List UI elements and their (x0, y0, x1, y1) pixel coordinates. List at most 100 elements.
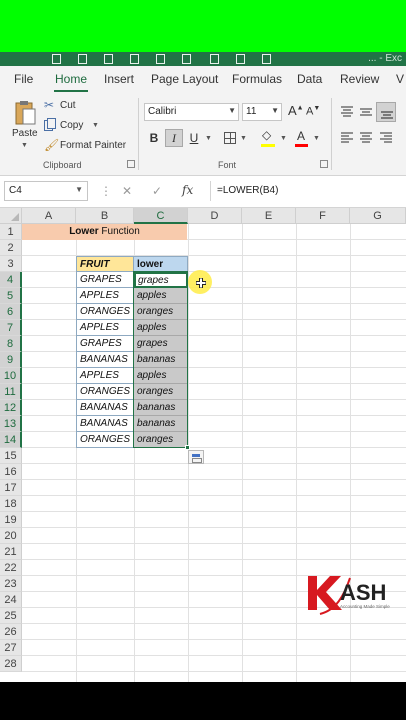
fill-dropdown-icon[interactable]: ▼ (280, 135, 287, 142)
increase-font-icon[interactable]: A▲ (288, 103, 304, 118)
row-header-10[interactable]: 10 (0, 368, 22, 384)
row-header-11[interactable]: 11 (0, 384, 22, 400)
row-header-2[interactable]: 2 (0, 240, 22, 256)
tab-insert[interactable]: Insert (104, 72, 134, 86)
select-all-button[interactable] (0, 208, 22, 224)
row-header-5[interactable]: 5 (0, 288, 22, 304)
print-icon[interactable] (182, 54, 191, 64)
underline-dropdown-icon[interactable]: ▼ (205, 135, 212, 142)
align-middle-icon[interactable] (359, 106, 373, 118)
row-header-8[interactable]: 8 (0, 336, 22, 352)
font-color-dropdown-icon[interactable]: ▼ (313, 135, 320, 142)
tab-data[interactable]: Data (297, 72, 322, 86)
row-header-3[interactable]: 3 (0, 256, 22, 272)
row-header-27[interactable]: 27 (0, 640, 22, 656)
row-header-7[interactable]: 7 (0, 320, 22, 336)
cancel-icon[interactable]: ✕ (122, 184, 132, 198)
decrease-font-icon[interactable]: A▼ (306, 105, 320, 118)
row-header-4[interactable]: 4 (0, 272, 22, 288)
fruit-cell[interactable]: APPLES (76, 320, 134, 336)
insert-function-icon[interactable]: fx (182, 183, 193, 197)
quick-analysis-icon[interactable] (188, 450, 204, 464)
open-file-icon[interactable] (156, 54, 165, 64)
fruit-cell[interactable]: ORANGES (76, 384, 134, 400)
format-painter-button[interactable]: 🖌 Format Painter (44, 138, 128, 154)
bold-button[interactable]: B (145, 129, 163, 147)
row-header-16[interactable]: 16 (0, 464, 22, 480)
fruit-cell[interactable]: GRAPES (76, 272, 134, 288)
sort-desc-icon[interactable] (236, 54, 245, 64)
clipboard-launcher-icon[interactable] (127, 160, 135, 168)
fruit-cell[interactable]: ORANGES (76, 432, 134, 448)
more-icon[interactable] (262, 54, 271, 64)
column-header-b[interactable]: B (76, 208, 134, 224)
row-header-9[interactable]: 9 (0, 352, 22, 368)
column-header-g[interactable]: G (350, 208, 406, 224)
row-header-6[interactable]: 6 (0, 304, 22, 320)
more-options-icon[interactable]: ⋮ (100, 184, 112, 198)
row-header-12[interactable]: 12 (0, 400, 22, 416)
row-header-17[interactable]: 17 (0, 480, 22, 496)
redo-icon[interactable] (104, 54, 113, 64)
row-header-26[interactable]: 26 (0, 624, 22, 640)
tab-formulas[interactable]: Formulas (232, 72, 282, 86)
row-header-1[interactable]: 1 (0, 224, 22, 240)
save-icon[interactable] (52, 54, 61, 64)
name-box[interactable]: C4 ▼ (4, 181, 88, 201)
fill-color-icon[interactable]: ◇ (262, 128, 271, 142)
row-header-28[interactable]: 28 (0, 656, 22, 672)
row-header-23[interactable]: 23 (0, 576, 22, 592)
font-launcher-icon[interactable] (320, 160, 328, 168)
row-header-21[interactable]: 21 (0, 544, 22, 560)
italic-button[interactable]: I (165, 129, 183, 147)
formula-input[interactable]: =LOWER(B4) (210, 181, 406, 201)
row-header-25[interactable]: 25 (0, 608, 22, 624)
row-header-20[interactable]: 20 (0, 528, 22, 544)
font-color-icon[interactable]: A (297, 129, 305, 143)
fruit-cell[interactable]: GRAPES (76, 336, 134, 352)
row-header-22[interactable]: 22 (0, 560, 22, 576)
copy-button[interactable]: Copy ▼ (44, 118, 104, 134)
column-header-a[interactable]: A (22, 208, 76, 224)
paste-button[interactable]: Paste ▼ (8, 98, 40, 150)
underline-button[interactable]: U (185, 129, 203, 147)
row-header-18[interactable]: 18 (0, 496, 22, 512)
cut-button[interactable]: ✂ Cut (44, 98, 104, 114)
row-header-13[interactable]: 13 (0, 416, 22, 432)
tab-view[interactable]: V (396, 72, 404, 86)
tab-page-layout[interactable]: Page Layout (151, 72, 218, 86)
fruit-cell[interactable]: APPLES (76, 368, 134, 384)
borders-dropdown-icon[interactable]: ▼ (240, 135, 247, 142)
borders-icon[interactable] (224, 132, 236, 144)
sort-icon[interactable] (210, 54, 219, 64)
row-header-15[interactable]: 15 (0, 448, 22, 464)
tab-review[interactable]: Review (340, 72, 379, 86)
font-size-select[interactable]: 11 ▼ (242, 103, 282, 121)
column-header-f[interactable]: F (296, 208, 350, 224)
column-header-c[interactable]: C (134, 208, 188, 224)
lower-header-cell[interactable]: lower (133, 256, 188, 272)
align-center-icon[interactable] (359, 132, 373, 144)
new-file-icon[interactable] (130, 54, 139, 64)
tab-home[interactable]: Home (55, 72, 87, 86)
align-bottom-button[interactable] (376, 102, 396, 122)
column-header-e[interactable]: E (242, 208, 296, 224)
align-left-icon[interactable] (340, 132, 354, 144)
title-cell[interactable]: Lower Function (22, 224, 187, 240)
row-header-14[interactable]: 14 (0, 432, 22, 448)
row-header-19[interactable]: 19 (0, 512, 22, 528)
fruit-cell[interactable]: BANANAS (76, 416, 134, 432)
undo-icon[interactable] (78, 54, 87, 64)
fruit-cell[interactable]: BANANAS (76, 400, 134, 416)
column-header-d[interactable]: D (188, 208, 242, 224)
enter-icon[interactable]: ✓ (152, 184, 162, 198)
fruit-header-cell[interactable]: FRUIT (76, 256, 134, 272)
fruit-cell[interactable]: BANANAS (76, 352, 134, 368)
row-header-24[interactable]: 24 (0, 592, 22, 608)
fruit-cell[interactable]: ORANGES (76, 304, 134, 320)
align-right-icon[interactable] (379, 132, 393, 144)
fruit-cell[interactable]: APPLES (76, 288, 134, 304)
worksheet-grid[interactable]: A B C D E F G 1 2 3 4 5 6 7 8 9 10 11 12 13 14 15 16 17 1… (0, 208, 406, 682)
font-name-select[interactable]: Calibri ▼ (144, 103, 239, 121)
align-top-icon[interactable] (340, 106, 354, 118)
